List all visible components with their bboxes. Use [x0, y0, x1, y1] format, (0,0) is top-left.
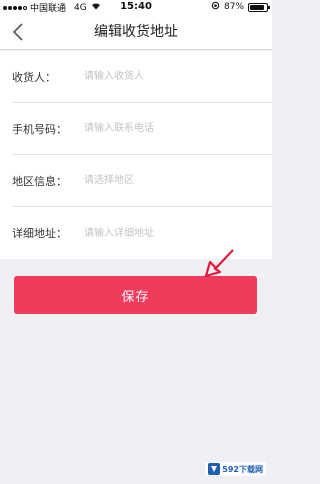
save-button[interactable]: 保存	[14, 276, 257, 314]
phone-input[interactable]	[84, 113, 272, 144]
watermark-text: 592下载网	[222, 464, 263, 474]
recipient-input[interactable]	[84, 61, 272, 92]
form-row-region[interactable]: 地区信息：	[12, 155, 272, 207]
status-right: 87%	[211, 1, 270, 13]
phone-label: 手机号码：	[12, 122, 67, 136]
action-area: 保存	[0, 259, 272, 484]
status-bar: 中国联通 4G 15:40 87%	[0, 0, 272, 14]
watermark-logo-icon	[208, 463, 221, 475]
detail-address-input[interactable]	[84, 218, 272, 248]
form-row-phone: 手机号码：	[12, 103, 272, 155]
form-row-recipient: 收货人：	[12, 51, 272, 103]
rotation-lock-icon	[211, 1, 220, 13]
page-title: 编辑收货地址	[94, 24, 178, 40]
navigation-bar: 编辑收货地址	[0, 14, 272, 50]
recipient-label: 收货人：	[12, 70, 56, 84]
battery-icon	[248, 2, 270, 12]
region-label: 地区信息：	[12, 174, 67, 188]
battery-percent: 87%	[223, 2, 244, 12]
annotation-arrow-icon	[204, 249, 234, 278]
address-form: 收货人： 手机号码： 地区信息： 详细地址：	[0, 51, 272, 259]
watermark: 592下载网	[205, 462, 266, 476]
region-picker[interactable]	[84, 165, 272, 196]
battery-level	[250, 4, 264, 10]
detail-address-label: 详细地址：	[12, 227, 67, 240]
